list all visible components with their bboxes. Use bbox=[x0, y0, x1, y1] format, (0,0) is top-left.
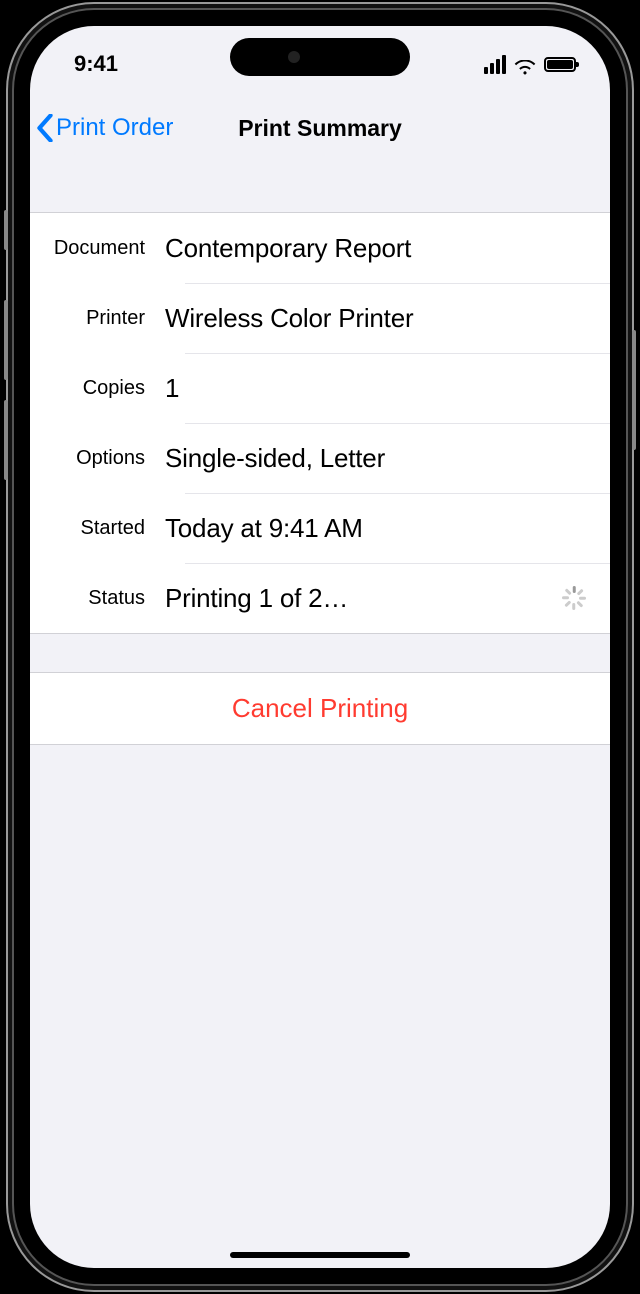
value-options: Single-sided, Letter bbox=[165, 443, 590, 474]
back-button[interactable]: Print Order bbox=[36, 114, 173, 142]
volume-down bbox=[4, 400, 8, 480]
print-details: Document Contemporary Report Printer Wir… bbox=[30, 212, 610, 634]
value-started: Today at 9:41 AM bbox=[165, 513, 590, 544]
back-label: Print Order bbox=[56, 114, 173, 142]
row-status: Status Printing 1 of 2… bbox=[30, 563, 610, 633]
chevron-left-icon bbox=[36, 114, 54, 142]
row-copies: Copies 1 bbox=[30, 353, 610, 423]
value-document: Contemporary Report bbox=[165, 233, 590, 264]
volume-up bbox=[4, 300, 8, 380]
dynamic-island bbox=[230, 38, 410, 76]
value-copies: 1 bbox=[165, 373, 590, 404]
device-frame: 9:41 Print Order Print Summary Document … bbox=[14, 10, 626, 1284]
screen: 9:41 Print Order Print Summary Document … bbox=[30, 26, 610, 1268]
wifi-icon bbox=[514, 56, 536, 72]
cancel-printing-button[interactable]: Cancel Printing bbox=[30, 672, 610, 745]
label-copies: Copies bbox=[50, 377, 165, 400]
label-printer: Printer bbox=[50, 307, 165, 330]
row-started: Started Today at 9:41 AM bbox=[30, 493, 610, 563]
status-indicators bbox=[484, 55, 576, 74]
value-printer: Wireless Color Printer bbox=[165, 303, 590, 334]
battery-icon bbox=[544, 57, 576, 72]
row-document: Document Contemporary Report bbox=[30, 213, 610, 283]
value-status: Printing 1 of 2… bbox=[165, 583, 562, 614]
row-printer: Printer Wireless Color Printer bbox=[30, 283, 610, 353]
mute-switch bbox=[4, 210, 8, 250]
cancel-label: Cancel Printing bbox=[232, 693, 408, 723]
page-title: Print Summary bbox=[238, 115, 402, 142]
spinner-icon bbox=[562, 586, 586, 610]
power-button bbox=[632, 330, 636, 450]
status-time: 9:41 bbox=[74, 51, 118, 77]
label-started: Started bbox=[50, 517, 165, 540]
label-document: Document bbox=[50, 237, 165, 260]
cellular-icon bbox=[484, 55, 506, 74]
row-options: Options Single-sided, Letter bbox=[30, 423, 610, 493]
label-status: Status bbox=[50, 587, 165, 610]
navbar: Print Order Print Summary bbox=[30, 84, 610, 162]
label-options: Options bbox=[50, 447, 165, 470]
home-indicator[interactable] bbox=[230, 1252, 410, 1258]
